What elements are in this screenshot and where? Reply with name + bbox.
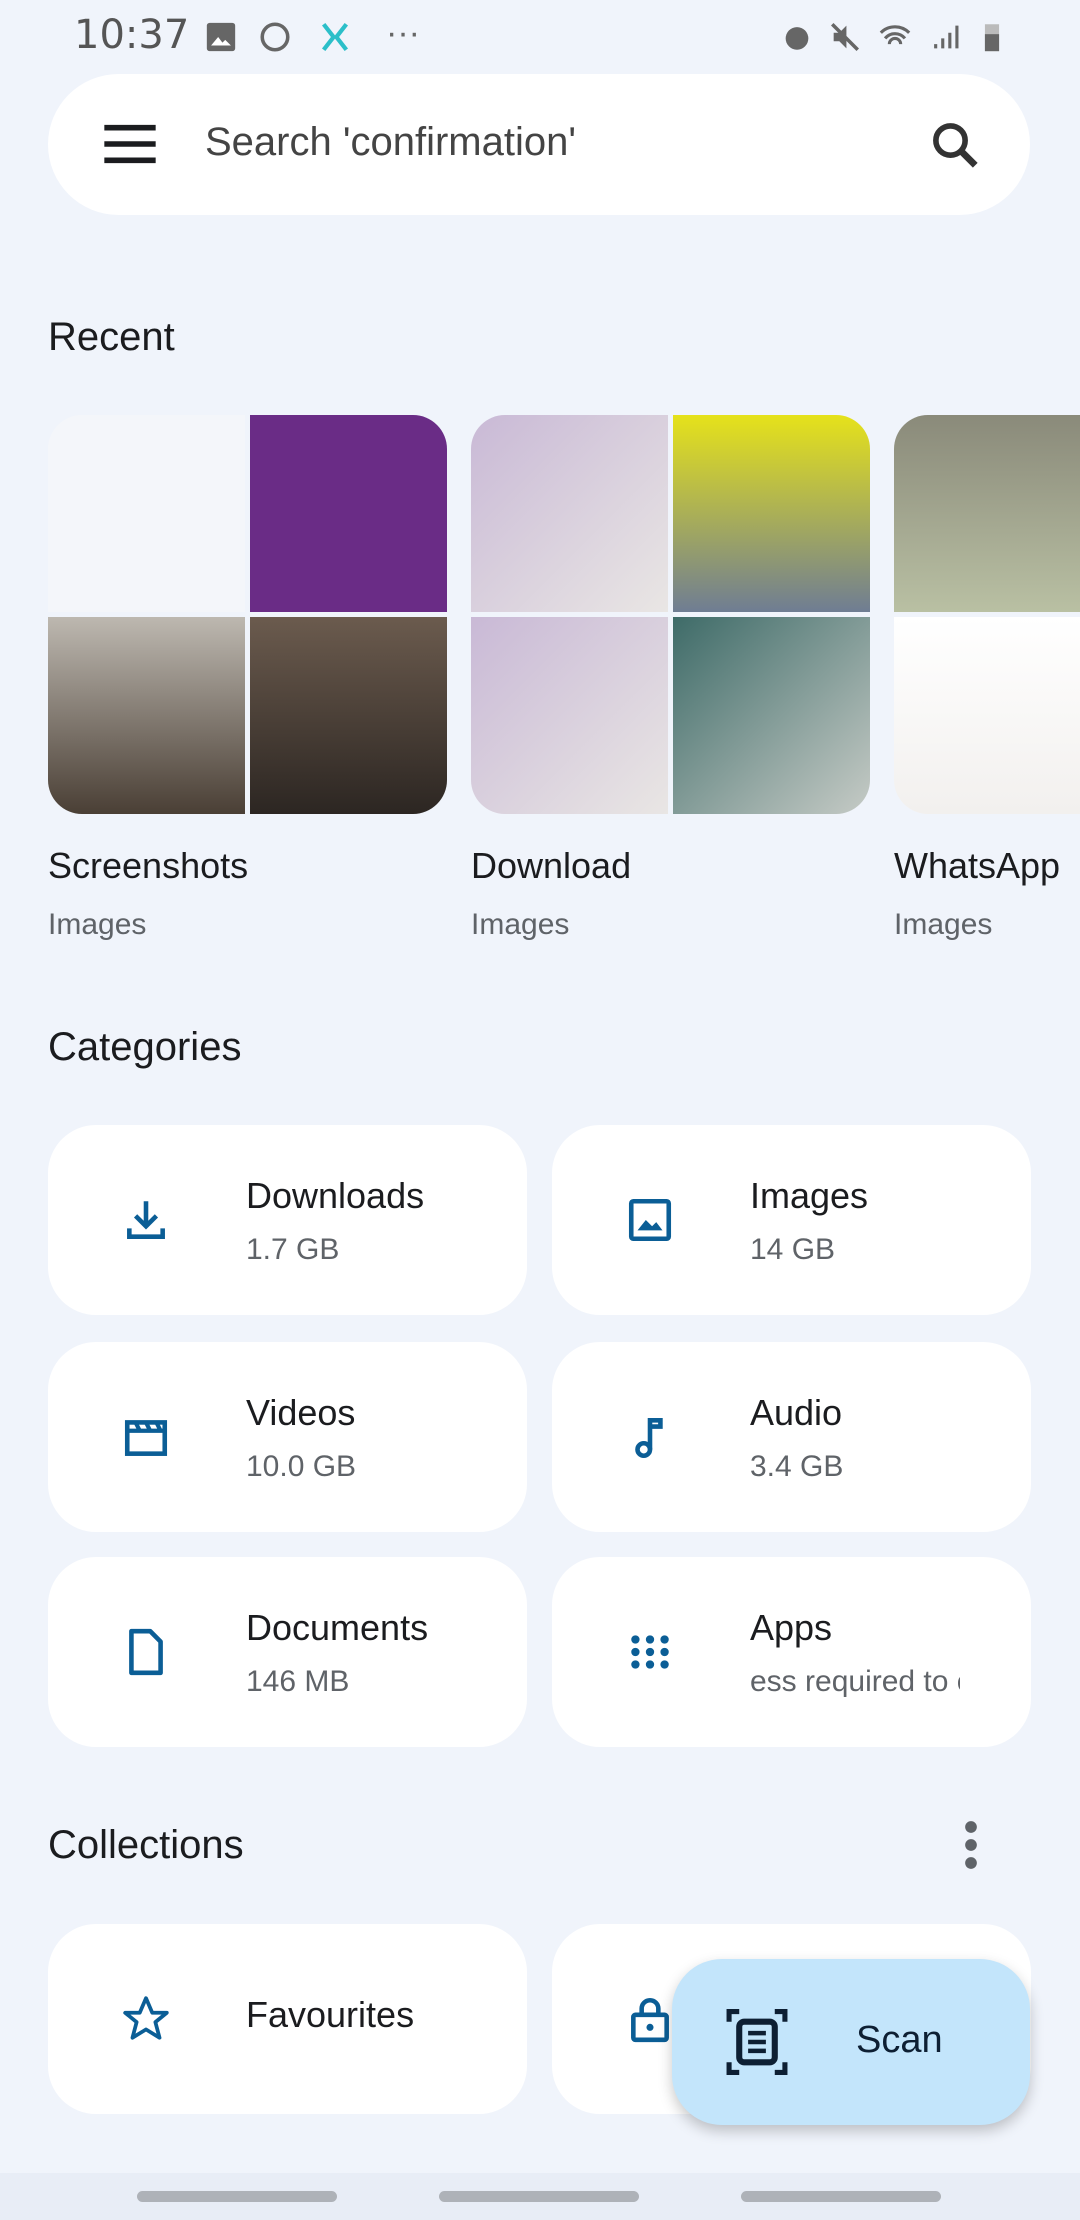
wifi-icon	[879, 25, 911, 45]
whatsapp-icon	[260, 22, 290, 52]
music-note-icon	[635, 1418, 663, 1459]
image-icon	[628, 1198, 672, 1242]
recent-title: Recent	[48, 315, 175, 359]
category-size: 1.7 GB	[246, 1233, 340, 1266]
category-label: Documents	[246, 1607, 429, 1648]
category-apps[interactable]: Apps ess required to c	[552, 1557, 1031, 1747]
category-documents[interactable]: Documents 146 MB	[48, 1557, 527, 1747]
category-label: Images	[750, 1175, 869, 1216]
category-audio[interactable]: Audio 3.4 GB	[552, 1342, 1031, 1532]
recent-label[interactable]: Download	[471, 845, 631, 887]
search-icon[interactable]	[928, 118, 982, 172]
category-size: 3.4 GB	[750, 1450, 844, 1483]
menu-icon[interactable]	[102, 122, 158, 166]
recent-sub: Images	[894, 908, 993, 941]
star-icon	[123, 1996, 169, 2040]
category-size: ess required to c	[750, 1665, 960, 1698]
scan-label: Scan	[856, 2019, 943, 2061]
nav-back-handle[interactable]	[741, 2191, 941, 2202]
category-label: Videos	[246, 1392, 356, 1433]
document-icon	[129, 1628, 163, 1676]
x-app-icon	[321, 22, 349, 52]
signal-icon	[934, 25, 959, 49]
recent-download-thumbnails[interactable]	[471, 415, 870, 814]
image-icon	[206, 22, 236, 52]
lock-icon	[631, 1998, 669, 2043]
collections-title: Collections	[48, 1823, 244, 1867]
category-videos[interactable]: Videos 10.0 GB	[48, 1342, 527, 1532]
more-vert-icon[interactable]	[955, 1818, 987, 1872]
search-bar[interactable]: Search 'confirmation'	[48, 74, 1030, 215]
mute-icon	[830, 22, 860, 52]
more-icon: ···	[386, 14, 420, 52]
recent-whatsapp-thumbnails[interactable]	[894, 415, 1080, 814]
apps-grid-icon	[631, 1635, 669, 1669]
video-icon	[124, 1420, 168, 1456]
recent-screenshots-thumbnails[interactable]	[48, 415, 447, 814]
recent-label[interactable]: WhatsApp	[894, 845, 1060, 887]
download-icon	[127, 1201, 165, 1239]
nav-home-handle[interactable]	[439, 2191, 639, 2202]
collection-label: Favourites	[246, 1994, 415, 2035]
scan-button[interactable]: Scan	[672, 1959, 1030, 2125]
document-scan-icon	[726, 2009, 788, 2075]
category-size: 10.0 GB	[246, 1450, 357, 1483]
category-images[interactable]: Images 14 GB	[552, 1125, 1031, 1315]
collection-favourites[interactable]: Favourites	[48, 1924, 527, 2114]
recent-sub: Images	[471, 908, 570, 941]
battery-icon	[984, 24, 1000, 52]
nav-recents-handle[interactable]	[137, 2191, 337, 2202]
category-size: 146 MB	[246, 1665, 350, 1698]
status-time: 10:37	[74, 12, 190, 58]
category-downloads[interactable]: Downloads 1.7 GB	[48, 1125, 527, 1315]
category-size: 14 GB	[750, 1233, 836, 1266]
category-label: Downloads	[246, 1175, 425, 1216]
category-label: Apps	[750, 1607, 833, 1648]
category-label: Audio	[750, 1392, 843, 1433]
categories-title: Categories	[48, 1025, 242, 1069]
status-bar: 10:37 ···	[0, 0, 1080, 72]
recent-sub: Images	[48, 908, 147, 941]
recent-label[interactable]: Screenshots	[48, 845, 248, 887]
search-input[interactable]: Search 'confirmation'	[205, 120, 576, 165]
alarm-icon	[785, 27, 809, 50]
